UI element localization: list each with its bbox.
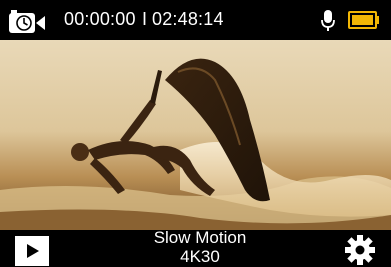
- mode-name[interactable]: Slow Motion: [100, 228, 300, 248]
- timelapse-camera-icon[interactable]: [8, 10, 50, 36]
- surfer-image: [0, 58, 391, 230]
- elapsed-time: 00:00:00: [64, 9, 136, 29]
- gear-icon[interactable]: [344, 234, 376, 266]
- remaining-time: 02:48:14: [152, 9, 224, 29]
- time-separator: I: [142, 9, 148, 29]
- playback-button[interactable]: [15, 236, 49, 266]
- bottom-bar: Slow Motion 4K30: [0, 228, 391, 267]
- mode-resolution[interactable]: 4K30: [100, 247, 300, 267]
- live-preview[interactable]: [0, 40, 391, 230]
- microphone-icon: [321, 10, 335, 31]
- battery-icon: [348, 11, 379, 29]
- status-bar: 00:00:00 I 02:48:14: [0, 0, 391, 40]
